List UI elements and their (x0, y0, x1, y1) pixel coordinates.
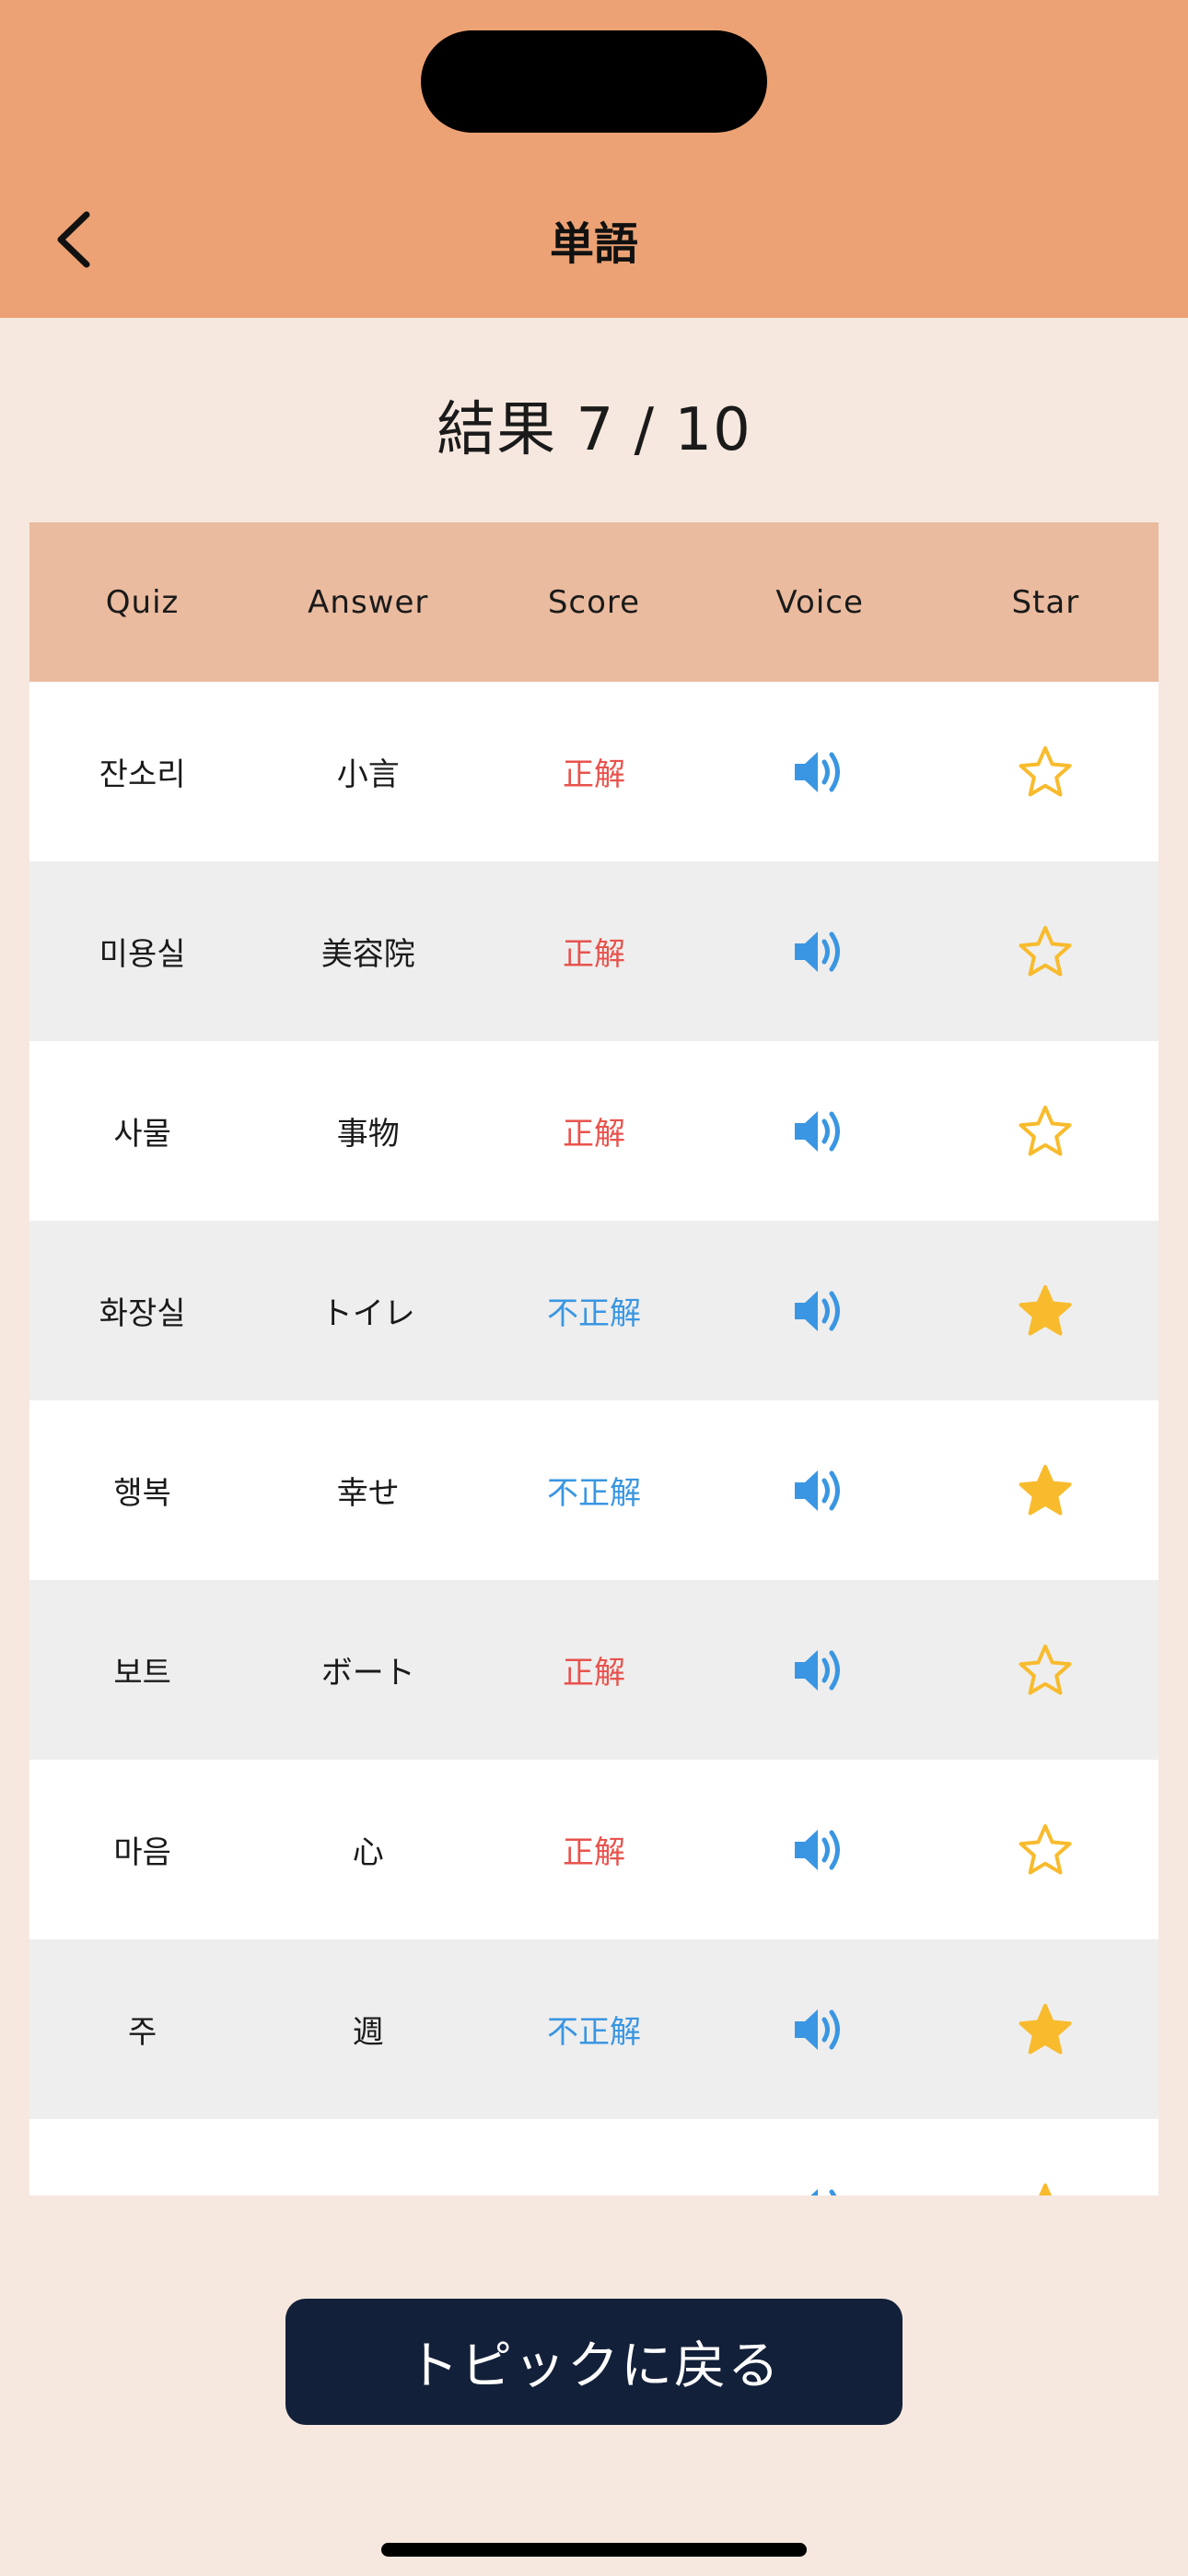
column-header-answer: Answer (308, 583, 429, 621)
table-body: 잔소리 小言 正解 미용실 美容院 正解 사물 事物 正解 화장실 トイレ 不正… (29, 682, 1159, 2195)
star-button[interactable] (933, 1760, 1159, 1939)
column-header-quiz: Quiz (105, 583, 180, 621)
nav-header: 単語 (0, 0, 1188, 318)
speaker-icon (810, 2188, 837, 2195)
table-row: 사물 事物 正解 (29, 1041, 1159, 1221)
speaker-icon (795, 1649, 841, 1691)
voice-button[interactable] (707, 1939, 933, 2119)
speaker-icon (795, 1469, 841, 1511)
score-cell: 不正解 (546, 1295, 641, 1332)
quiz-cell (29, 2119, 255, 2195)
score-cell: 正解 (562, 936, 625, 973)
speaker-icon (795, 931, 841, 972)
star-button[interactable] (933, 2119, 1159, 2195)
star-outline-icon (1019, 745, 1072, 796)
speaker-icon (795, 2008, 841, 2050)
voice-button[interactable] (707, 1760, 933, 1939)
home-indicator (381, 2543, 807, 2557)
voice-button[interactable] (707, 2119, 933, 2195)
quiz-cell: 행복 (113, 1475, 171, 1512)
voice-button[interactable] (707, 1400, 933, 1580)
voice-button[interactable] (707, 682, 933, 861)
table-row: 마음 心 正解 (29, 1760, 1159, 1939)
quiz-cell: 화장실 (99, 1295, 186, 1332)
answer-cell: トイレ (320, 1295, 415, 1332)
column-header-star: Star (1011, 583, 1080, 621)
voice-button[interactable] (707, 1580, 933, 1760)
speaker-icon (795, 1290, 841, 1331)
answer-cell: 心 (352, 1834, 384, 1871)
star-outline-icon (1019, 1105, 1072, 1155)
score-cell: 正解 (562, 1834, 625, 1871)
answer-cell: ボート (320, 1655, 415, 1692)
score-cell: 正解 (562, 756, 625, 793)
star-outline-icon (1019, 925, 1072, 976)
star-button[interactable] (933, 1580, 1159, 1760)
star-filled-icon (1019, 1464, 1072, 1515)
answer-cell: 小言 (336, 756, 400, 793)
answer-cell: 週 (352, 2014, 384, 2051)
result-score-title: 結果 7 / 10 (437, 396, 751, 464)
table-row: 주 週 不正解 (29, 1939, 1159, 2119)
speaker-icon (795, 1110, 841, 1152)
star-filled-icon (1019, 2003, 1072, 2054)
score-cell: 不正解 (546, 2014, 641, 2051)
star-button[interactable] (933, 861, 1159, 1041)
quiz-cell: 주 (127, 2014, 157, 2051)
star-filled-icon (1019, 1284, 1072, 1335)
answer-cell (255, 2119, 481, 2195)
answer-cell: 幸せ (336, 1475, 400, 1512)
voice-button[interactable] (707, 1041, 933, 1221)
dynamic-island (421, 30, 767, 133)
table-row: 화장실 トイレ 不正解 (29, 1221, 1159, 1400)
table-row: 미용실 美容院 正解 (29, 861, 1159, 1041)
table-header: Quiz Answer Score Voice Star (29, 522, 1159, 682)
quiz-cell: 마음 (113, 1834, 171, 1871)
page-title: 単語 (549, 218, 638, 270)
table-row: 보트 ボート 正解 (29, 1580, 1159, 1760)
table-row (29, 2119, 1159, 2195)
speaker-icon (795, 751, 841, 792)
quiz-cell: 사물 (113, 1116, 171, 1153)
column-header-voice: Voice (775, 583, 864, 621)
quiz-cell: 보트 (113, 1655, 171, 1692)
answer-cell: 美容院 (320, 936, 415, 973)
score-cell: 正解 (562, 1655, 625, 1692)
speaker-icon (795, 1829, 841, 1870)
score-cell: 正解 (562, 1116, 625, 1153)
table-row: 잔소리 小言 正解 (29, 682, 1159, 861)
star-outline-icon (1019, 1644, 1072, 1694)
star-button[interactable] (933, 1221, 1159, 1400)
column-header-score: Score (547, 583, 641, 621)
answer-cell: 事物 (336, 1116, 400, 1153)
star-button[interactable] (933, 1041, 1159, 1221)
star-filled-icon (1039, 2183, 1053, 2195)
voice-button[interactable] (707, 1221, 933, 1400)
star-button[interactable] (933, 1400, 1159, 1580)
voice-button[interactable] (707, 861, 933, 1041)
back-to-topic-button[interactable]: トピックに戻る (285, 2299, 903, 2425)
star-button[interactable] (933, 1939, 1159, 2119)
star-button[interactable] (933, 682, 1159, 861)
quiz-cell: 잔소리 (99, 756, 186, 793)
star-outline-icon (1019, 1823, 1072, 1874)
score-cell: 不正解 (546, 1475, 641, 1512)
quiz-cell: 미용실 (99, 936, 186, 973)
table-row: 행복 幸せ 不正解 (29, 1400, 1159, 1580)
results-table[interactable]: Quiz Answer Score Voice Star 잔소리 小言 正解 미… (29, 522, 1159, 2195)
score-cell (481, 2119, 706, 2195)
